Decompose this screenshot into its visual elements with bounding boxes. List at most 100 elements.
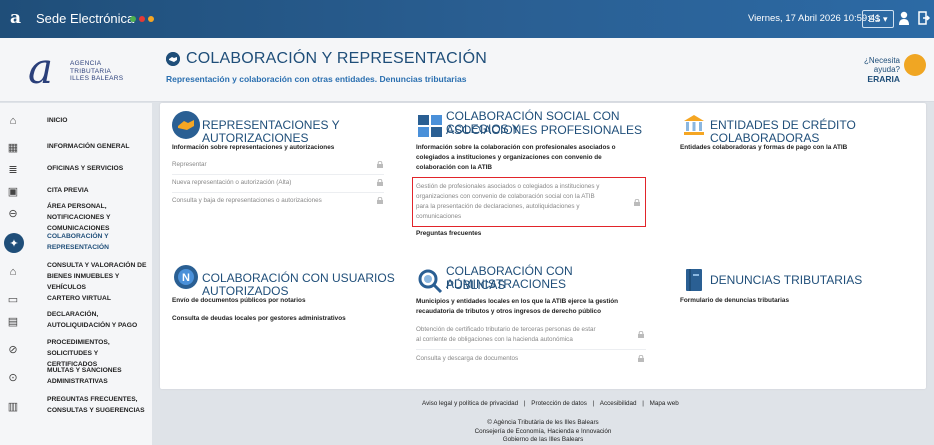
card-title[interactable]: ENTIDADES DE CRÉDITO COLABORADORAS (710, 119, 920, 145)
sidebar-item-label: MULTAS Y SANCIONES ADMINISTRATIVAS (47, 367, 122, 385)
footer-link-proteccion-datos[interactable]: Protección de datos (531, 400, 587, 407)
top-bar: a Sede Electrónica Viernes, 17 Abril 202… (0, 0, 934, 38)
handshake-icon (166, 52, 180, 66)
logo-line: AGENCIA (70, 60, 102, 67)
sidebar-item-multas[interactable]: ⊙ MULTAS Y SANCIONES ADMINISTRATIVAS (0, 365, 152, 389)
footer: Aviso legal y política de privacidad | P… (152, 389, 934, 445)
card-title-line2[interactable]: ASOCIACIONES PROFESIONALES (446, 124, 642, 137)
sidebar-item-consulta-bienes[interactable]: ⌂ CONSULTA Y VALORACIÓN DE BIENES INMUEB… (0, 260, 152, 291)
logo-line: TRIBUTARIA (70, 67, 112, 75)
sidebar-item-oficinas[interactable]: ≣ OFICINAS Y SERVICIOS (0, 161, 152, 176)
sidebar-item-label: CITA PREVIA (47, 187, 89, 194)
card-entidades-credito: ENTIDADES DE CRÉDITO COLABORADORAS Entid… (680, 111, 920, 171)
red-dot-icon (139, 16, 145, 22)
footer-link-aviso-legal[interactable]: Aviso legal y política de privacidad (422, 400, 518, 407)
link-formulario-denuncias[interactable]: Formulario de denuncias tributarias (680, 297, 789, 304)
user-icon[interactable] (898, 10, 910, 26)
logo-line: ILLES BALEARS (70, 75, 124, 82)
help-eraria[interactable]: ¿Necesita ayuda? ERARIA (840, 56, 900, 84)
sidebar-item-cita-previa[interactable]: ▣ CITA PREVIA (0, 183, 152, 198)
footer-separator: | (523, 400, 526, 407)
sidebar-item-label: INICIO (47, 117, 68, 124)
sidebar-item-procedimientos[interactable]: ⊘ PROCEDIMIENTOS, SOLICITUDES Y CERTIFIC… (0, 337, 152, 368)
main-panel: REPRESENTACIONES Y AUTORIZACIONES Inform… (160, 103, 926, 389)
calendar-icon: ▣ (7, 185, 19, 198)
sidebar-item-label: DECLARACIÓN, AUTOLIQUIDACIÓN Y PAGO (47, 311, 138, 329)
sidebar-item-declaracion[interactable]: ▤ DECLARACIÓN, AUTOLIQUIDACIÓN Y PAGO (0, 309, 152, 333)
link-consulta-descarga[interactable]: Consulta y descarga de documentos (416, 354, 518, 364)
sidebar-item-informacion-general[interactable]: ▦ INFORMACIÓN GENERAL (0, 139, 152, 154)
lock-icon (638, 355, 644, 362)
sidebar-item-preguntas[interactable]: ▥ PREGUNTAS FRECUENTES, CONSULTAS Y SUGE… (0, 394, 152, 418)
check-circle-icon: ⊘ (8, 343, 18, 356)
copyright-line: © Agència Tributària de les Illes Balear… (487, 419, 599, 426)
green-dot-icon (130, 16, 136, 22)
card-title[interactable]: DENUNCIAS TRIBUTARIAS (710, 274, 862, 287)
sidebar-item-label: COLABORACIÓN Y REPRESENTACIÓN (47, 233, 109, 251)
card-denuncias-tributarias: DENUNCIAS TRIBUTARIAS Formulario de denu… (680, 266, 920, 326)
chat-icon: ▥ (7, 400, 19, 413)
magnifier-icon (418, 269, 443, 294)
lock-icon (638, 331, 644, 338)
footer-separator: | (592, 400, 595, 407)
book-icon (686, 269, 702, 291)
bank-icon (684, 115, 704, 135)
card-description-line: colaboración con la ATIB (416, 164, 492, 171)
link-consulta-baja[interactable]: Consulta y baja de representaciones o au… (172, 196, 322, 206)
sidebar-item-label: PREGUNTAS FRECUENTES, CONSULTAS Y SUGERE… (47, 396, 145, 414)
atib-logo[interactable]: a AGENCIA TRIBUTARIA ILLES BALEARS (28, 46, 138, 94)
sidebar-item-area-personal[interactable]: ⊖ ÁREA PERSONAL, NOTIFICACIONES Y COMUNI… (0, 201, 152, 232)
footer-link-accesibilidad[interactable]: Accesibilidad (600, 400, 637, 407)
card-title-line2[interactable]: PÚBLICAS (446, 279, 505, 292)
link-obtencion-certificado[interactable]: Obtención de certificado tributario de t… (416, 325, 596, 335)
footer-copyright: © Agència Tributària de les Illes Balear… (152, 419, 934, 445)
card-usuarios-autorizados: N COLABORACIÓN CON USUARIOS AUTORIZADOS … (172, 263, 412, 323)
divider (416, 349, 646, 350)
footer-link-mapa-web[interactable]: Mapa web (650, 400, 679, 407)
handshake-circle-icon (172, 111, 200, 139)
link-preguntas-frecuentes[interactable]: Preguntas frecuentes (416, 230, 481, 237)
card-title[interactable]: COLABORACIÓN CON USUARIOS AUTORIZADOS (202, 272, 412, 298)
copyright-line: Gobierno de las Illes Balears (502, 436, 584, 444)
sidebar: ⌂ INICIO ▦ INFORMACIÓN GENERAL ≣ OFICINA… (0, 103, 152, 445)
card-representaciones: REPRESENTACIONES Y AUTORIZACIONES Inform… (172, 111, 402, 231)
link-representar[interactable]: Representar (172, 160, 207, 170)
header: a AGENCIA TRIBUTARIA ILLES BALEARS COLAB… (0, 38, 934, 102)
puzzle-icon (418, 115, 442, 137)
link-envio-documentos[interactable]: Envío de documentos públicos por notario… (172, 297, 306, 304)
user-circle-icon: ⊖ (8, 207, 18, 220)
svg-text:N: N (182, 272, 190, 284)
footer-links: Aviso legal y política de privacidad | P… (422, 399, 679, 409)
language-select[interactable]: ES ▾ (862, 10, 894, 28)
card-description-line: Municipios y entidades locales en los qu… (416, 298, 619, 305)
sede-title[interactable]: Sede Electrónica (36, 11, 134, 26)
link-obtencion-certificado-line[interactable]: al corriente de obligaciones con la haci… (416, 335, 573, 345)
sidebar-item-inicio[interactable]: ⌂ INICIO (0, 113, 152, 127)
link-nueva-representacion[interactable]: Nueva representación o autorización (Alt… (172, 178, 291, 188)
divider (172, 192, 384, 193)
sidebar-item-label: OFICINAS Y SERVICIOS (47, 165, 124, 172)
house-car-icon: ⌂ (9, 266, 17, 278)
atib-logo-text: AGENCIA TRIBUTARIA ILLES BALEARS (70, 60, 123, 83)
logout-icon[interactable] (918, 11, 930, 25)
color-dots-icon (130, 16, 154, 22)
footer-separator: | (642, 400, 644, 407)
page-subtitle: Representación y colaboración con otras … (166, 74, 467, 84)
sidebar-item-colaboracion[interactable]: ✦ COLABORACIÓN Y REPRESENTACIÓN (0, 231, 152, 255)
document-icon: ▤ (7, 315, 19, 328)
lock-icon (377, 179, 383, 186)
help-question: ¿Necesita ayuda? (863, 56, 900, 74)
sede-logo-icon[interactable]: a (10, 8, 21, 28)
card-description-line: Información sobre la colaboración con pr… (416, 144, 616, 151)
eraria-avatar-icon[interactable] (904, 54, 926, 76)
sidebar-item-cartero[interactable]: ▭ CARTERO VIRTUAL (0, 291, 152, 306)
notary-icon: N (174, 265, 198, 289)
card-description[interactable]: Entidades colaboradoras y formas de pago… (680, 143, 847, 153)
handshake-icon: ✦ (4, 233, 24, 253)
highlight-box (412, 177, 646, 227)
card-title[interactable]: REPRESENTACIONES Y AUTORIZACIONES (202, 119, 402, 145)
link-consulta-deudas[interactable]: Consulta de deudas locales por gestores … (172, 315, 346, 322)
shield-icon: ⊙ (8, 371, 18, 384)
laptop-icon: ▭ (7, 293, 19, 306)
sidebar-item-label: INFORMACIÓN GENERAL (47, 143, 130, 150)
